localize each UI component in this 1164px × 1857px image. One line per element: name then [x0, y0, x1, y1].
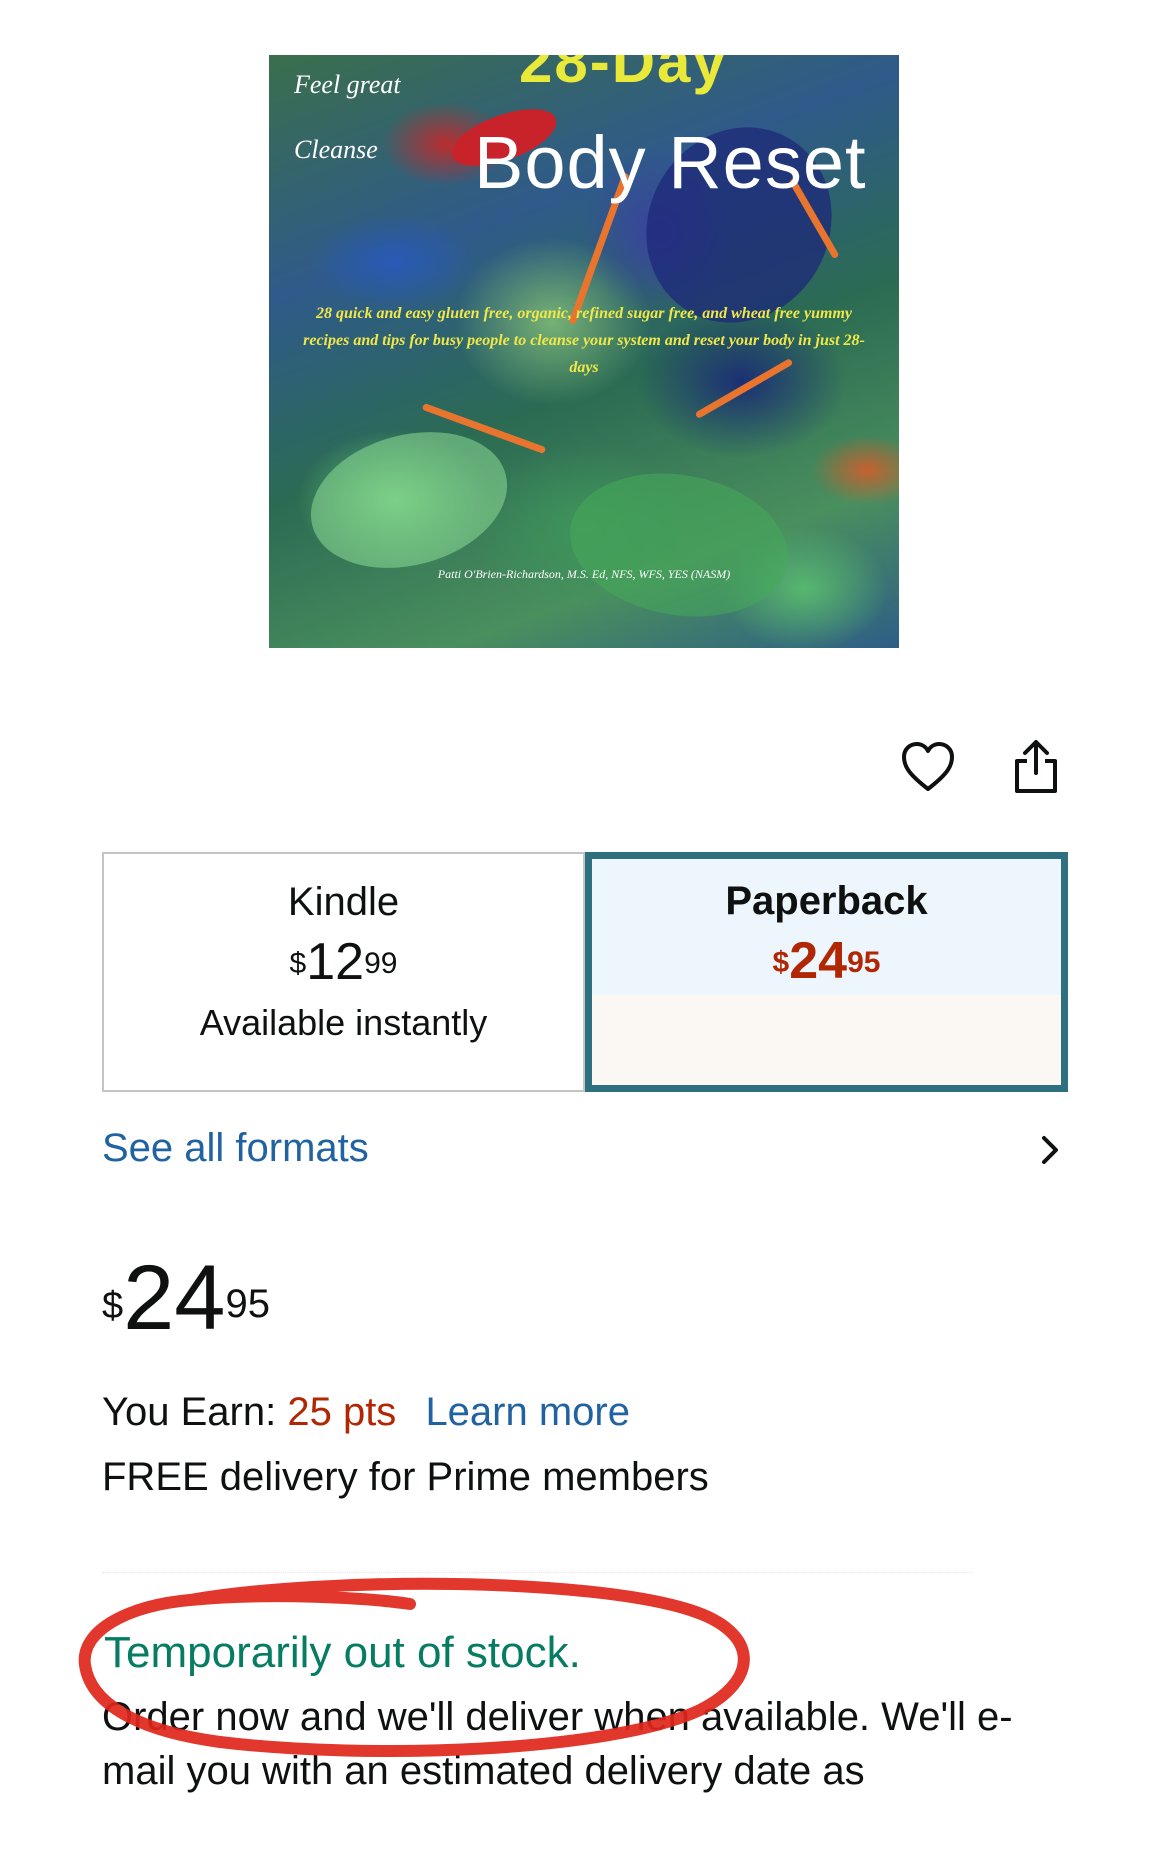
reward-points-line: You Earn: 25 pts Learn more [102, 1390, 630, 1435]
cover-leaf-shape [558, 456, 800, 634]
format-price-paperback: $2495 [592, 931, 1061, 991]
stock-status: Temporarily out of stock. [104, 1628, 581, 1677]
divider [102, 1572, 972, 1573]
cover-title: Body Reset [474, 121, 867, 204]
format-availability-kindle: Available instantly [199, 1002, 488, 1043]
currency-symbol: $ [102, 1285, 124, 1327]
reward-points: 25 pts [287, 1390, 397, 1434]
cover-author: Patti O'Brien-Richardson, M.S. Ed, NFS, … [437, 567, 731, 581]
price-whole: 24 [123, 1247, 226, 1349]
format-name-paperback: Paperback [725, 879, 928, 923]
book-cover-image[interactable]: 28-Day Feel great Cleanse Body Reset 28 … [269, 55, 899, 648]
format-selector: Kindle $1299 Available instantly Paperba… [102, 852, 1068, 1092]
currency-symbol: $ [772, 946, 790, 979]
learn-more-link[interactable]: Learn more [425, 1390, 630, 1434]
cover-top-text: 28-Day [519, 55, 728, 95]
format-card-kindle[interactable]: Kindle $1299 Available instantly [102, 852, 585, 1092]
see-all-formats-label: See all formats [102, 1126, 369, 1170]
price-fraction: 95 [847, 946, 881, 979]
format-price-kindle: $1299 [104, 932, 583, 992]
price-fraction: 99 [364, 947, 398, 980]
currency-symbol: $ [289, 947, 307, 980]
cover-subtitle: 28 quick and easy gluten free, organic, … [303, 305, 865, 376]
stock-message: Order now and we'll deliver when availab… [102, 1695, 1013, 1793]
cover-leaf-shape [295, 411, 523, 589]
earn-label: You Earn: [102, 1390, 277, 1434]
price-whole: 12 [306, 933, 365, 991]
format-name-kindle: Kindle [287, 880, 400, 924]
cover-feel-text: Feel great [294, 70, 401, 99]
price-whole: 24 [789, 932, 848, 990]
price-fraction: 95 [225, 1282, 270, 1326]
chevron-right-icon [1042, 1136, 1058, 1164]
delivery-info: FREE delivery for Prime members [102, 1455, 709, 1499]
heart-icon[interactable] [896, 735, 960, 799]
product-price: $2495 [102, 1248, 270, 1348]
see-all-formats-link[interactable]: See all formats [102, 1122, 1068, 1178]
format-card-paperback-selected[interactable]: Paperback $2495 [585, 852, 1068, 1092]
share-icon[interactable] [1004, 735, 1068, 799]
cover-cleanse-text: Cleanse [294, 135, 378, 164]
